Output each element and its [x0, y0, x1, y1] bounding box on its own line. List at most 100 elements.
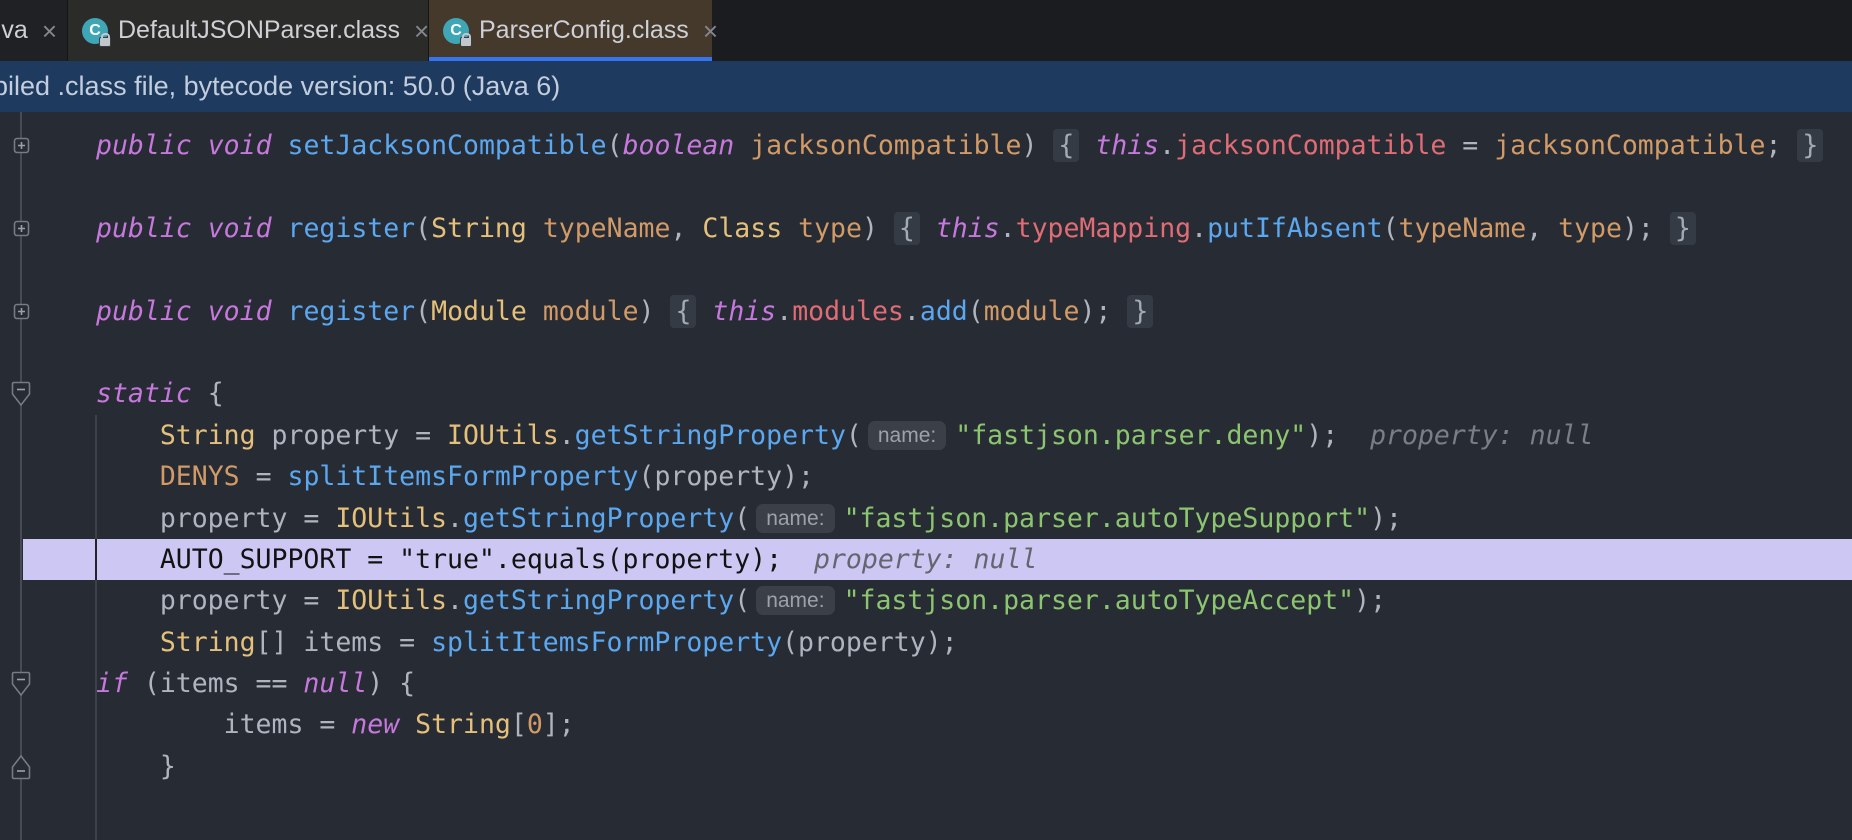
code-token: items = [96, 709, 351, 740]
code-token: modules [792, 296, 904, 327]
code-area: public void setJacksonCompatible(boolean… [0, 112, 1852, 787]
close-icon[interactable]: × [414, 18, 429, 44]
code-token: register [288, 213, 416, 244]
banner-text: piled .class file, bytecode version: 50.… [0, 71, 560, 102]
code-token: this [712, 296, 776, 327]
code-token [1079, 130, 1095, 161]
code-token: [] items = [256, 627, 432, 658]
lock-icon [460, 37, 472, 47]
code-token: . [1159, 130, 1175, 161]
code-token: ; [1765, 130, 1797, 161]
code-token: [ [511, 709, 527, 740]
code-token: new [351, 709, 399, 740]
code-line: String property = IOUtils.getStringPrope… [0, 415, 1852, 456]
code-token: Class [702, 213, 782, 244]
code-token: equals [511, 544, 607, 575]
fold-marker-down-icon[interactable] [11, 381, 31, 407]
code-token: jacksonCompatible [750, 130, 1021, 161]
code-token [696, 296, 712, 327]
code-token: (property); [638, 461, 814, 492]
code-line: property = IOUtils.getStringProperty(nam… [0, 498, 1852, 539]
code-token: AUTO_SUPPORT [160, 544, 351, 575]
code-token: this [936, 213, 1000, 244]
code-token: Module [431, 296, 527, 327]
code-token: ) [862, 213, 894, 244]
code-token: = [351, 544, 399, 575]
code-token: static [96, 378, 192, 409]
parameter-name-inlay-hint: name: [756, 504, 834, 533]
parameter-name-inlay-hint: name: [756, 586, 834, 615]
fold-marker-plus-icon[interactable] [13, 303, 30, 320]
code-token: ); [1079, 296, 1127, 327]
code-token: ) [1021, 130, 1053, 161]
code-token: getStringProperty [575, 420, 846, 451]
code-token: . [776, 296, 792, 327]
close-icon[interactable]: × [42, 18, 57, 44]
code-token: , [670, 213, 702, 244]
code-token: . [1000, 213, 1016, 244]
code-token: setJacksonCompatible [288, 130, 607, 161]
java-class-icon: C [443, 18, 469, 44]
code-token: } [1127, 295, 1153, 328]
code-token: void [208, 296, 272, 327]
fold-marker-down-icon[interactable] [11, 671, 31, 697]
code-line: static { [0, 373, 1852, 414]
code-token: ); [1354, 585, 1386, 616]
code-token [192, 213, 208, 244]
code-editor[interactable]: public void setJacksonCompatible(boolean… [0, 112, 1852, 840]
code-token: ( [734, 585, 750, 616]
code-token: { [894, 212, 920, 245]
code-token: IOUtils [335, 585, 447, 616]
code-token: public [96, 130, 192, 161]
inline-debug-hint: property: null [1338, 420, 1593, 451]
code-line: items = new String[0]; [0, 704, 1852, 745]
code-token [734, 130, 750, 161]
code-token: ( [607, 130, 623, 161]
fold-marker-plus-icon[interactable] [13, 220, 30, 237]
code-token: . [495, 544, 511, 575]
fold-marker-up-icon[interactable] [11, 754, 31, 780]
close-icon[interactable]: × [703, 18, 718, 44]
lock-icon [99, 37, 111, 47]
tab-label: DefaultJSONParser.class [118, 16, 400, 45]
code-token: this [1095, 130, 1159, 161]
code-token: IOUtils [335, 503, 447, 534]
code-token [96, 627, 160, 658]
code-token: add [920, 296, 968, 327]
java-class-icon: C [82, 18, 108, 44]
code-token [399, 709, 415, 740]
tab-label: va [1, 16, 27, 45]
editor-tab-bar: va × C DefaultJSONParser.class × C Parse… [0, 0, 1852, 61]
code-token: property = [256, 420, 447, 451]
tab-defaultjsonparser[interactable]: C DefaultJSONParser.class × [67, 0, 428, 61]
decompiled-file-banner: piled .class file, bytecode version: 50.… [0, 61, 1852, 112]
code-token: } [1670, 212, 1696, 245]
code-token: ( [968, 296, 984, 327]
code-token: jacksonCompatible [1494, 130, 1765, 161]
code-token: . [904, 296, 920, 327]
code-token [272, 130, 288, 161]
code-token: , [1526, 213, 1558, 244]
code-token: ); [1370, 503, 1402, 534]
tab-label: ParserConfig.class [479, 16, 689, 45]
code-token: void [208, 213, 272, 244]
code-token: public [96, 213, 192, 244]
code-token: IOUtils [447, 420, 559, 451]
code-line [0, 249, 1852, 290]
code-token: getStringProperty [463, 585, 734, 616]
code-line: String[] items = splitItemsFormProperty(… [0, 622, 1852, 663]
code-token: type [1558, 213, 1622, 244]
code-line [0, 166, 1852, 207]
code-token: "fastjson.parser.autoTypeSupport" [844, 503, 1371, 534]
tab-parserconfig-active[interactable]: C ParserConfig.class × [428, 0, 712, 61]
code-token: "fastjson.parser.autoTypeAccept" [844, 585, 1355, 616]
inline-debug-hint: property: null [782, 544, 1037, 575]
code-token: typeMapping [1016, 213, 1192, 244]
code-line: } [0, 746, 1852, 787]
fold-marker-plus-icon[interactable] [13, 137, 30, 154]
code-token: property = [96, 585, 335, 616]
code-token: = [1446, 130, 1494, 161]
code-token: { [192, 378, 224, 409]
code-token [272, 296, 288, 327]
tab-partial-java-file[interactable]: va × [0, 0, 67, 61]
